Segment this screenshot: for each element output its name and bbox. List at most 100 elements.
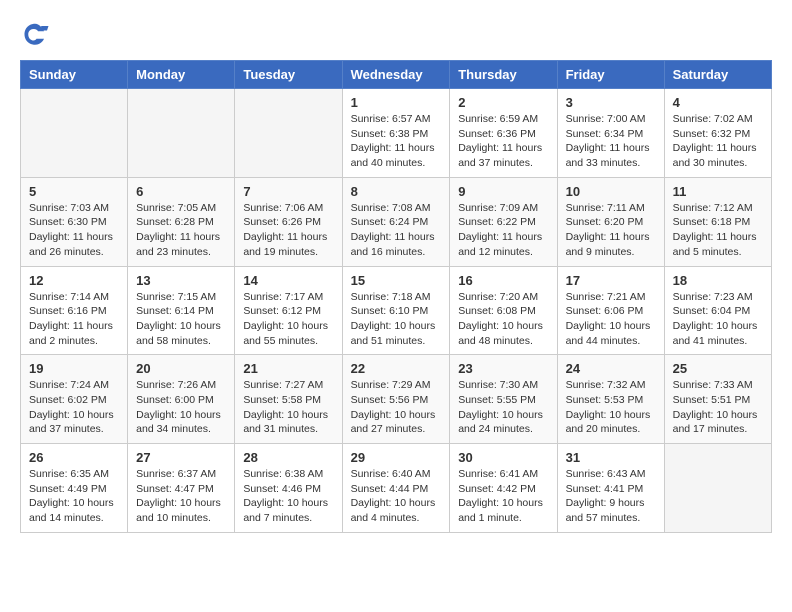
day-info: Sunrise: 7:03 AMSunset: 6:30 PMDaylight:… (29, 201, 119, 260)
calendar-cell: 23 Sunrise: 7:30 AMSunset: 5:55 PMDayligh… (450, 355, 557, 444)
day-number: 6 (136, 184, 226, 199)
calendar-cell: 18Sunrise: 7:23 AMSunset: 6:04 PMDayligh… (664, 266, 771, 355)
day-number: 8 (351, 184, 442, 199)
day-number: 7 (243, 184, 333, 199)
day-number: 27 (136, 450, 226, 465)
day-info: Sunrise: 7:00 AMSunset: 6:34 PMDaylight:… (566, 112, 656, 171)
day-info: Sunrise: 7:06 AMSunset: 6:26 PMDaylight:… (243, 201, 333, 260)
calendar-week-row: 26 Sunrise: 6:35 AMSunset: 4:49 PMDayligh… (21, 444, 772, 533)
day-info: Sunrise: 7:15 AMSunset: 6:14 PMDaylight:… (136, 290, 226, 349)
day-info: Sunrise: 6:59 AMSunset: 6:36 PMDaylight:… (458, 112, 548, 171)
weekday-header: Monday (128, 61, 235, 89)
calendar-cell: 28 Sunrise: 6:38 AMSunset: 4:46 PMDayligh… (235, 444, 342, 533)
logo-icon (20, 20, 50, 50)
day-info: Sunrise: 7:26 AMSunset: 6:00 PMDaylight:… (136, 378, 226, 437)
day-number: 21 (243, 361, 333, 376)
day-info: Sunrise: 7:18 AMSunset: 6:10 PMDaylight:… (351, 290, 442, 349)
calendar-week-row: 5 Sunrise: 7:03 AMSunset: 6:30 PMDaylight… (21, 177, 772, 266)
day-info: Sunrise: 6:38 AMSunset: 4:46 PMDaylight:… (243, 467, 333, 526)
day-info: Sunrise: 7:20 AMSunset: 6:08 PMDaylight:… (458, 290, 548, 349)
calendar-cell: 1 Sunrise: 6:57 AMSunset: 6:38 PMDaylight… (342, 89, 450, 178)
calendar-cell: 22 Sunrise: 7:29 AMSunset: 5:56 PMDayligh… (342, 355, 450, 444)
calendar-week-row: 1 Sunrise: 6:57 AMSunset: 6:38 PMDaylight… (21, 89, 772, 178)
day-info: Sunrise: 7:11 AMSunset: 6:20 PMDaylight:… (566, 201, 656, 260)
day-info: Sunrise: 7:05 AMSunset: 6:28 PMDaylight:… (136, 201, 226, 260)
day-number: 5 (29, 184, 119, 199)
day-info: Sunrise: 7:30 AMSunset: 5:55 PMDaylight:… (458, 378, 548, 437)
calendar-cell: 24Sunrise: 7:32 AMSunset: 5:53 PMDayligh… (557, 355, 664, 444)
calendar-cell: 30Sunrise: 6:41 AMSunset: 4:42 PMDayligh… (450, 444, 557, 533)
calendar-cell: 19Sunrise: 7:24 AMSunset: 6:02 PMDayligh… (21, 355, 128, 444)
logo (20, 20, 54, 50)
day-info: Sunrise: 7:09 AMSunset: 6:22 PMDaylight:… (458, 201, 548, 260)
calendar-cell: 16 Sunrise: 7:20 AMSunset: 6:08 PMDayligh… (450, 266, 557, 355)
day-info: Sunrise: 6:43 AMSunset: 4:41 PMDaylight:… (566, 467, 656, 526)
calendar-cell: 12 Sunrise: 7:14 AMSunset: 6:16 PMDayligh… (21, 266, 128, 355)
day-number: 16 (458, 273, 548, 288)
day-number: 23 (458, 361, 548, 376)
day-info: Sunrise: 6:40 AMSunset: 4:44 PMDaylight:… (351, 467, 442, 526)
calendar-cell: 14 Sunrise: 7:17 AMSunset: 6:12 PMDayligh… (235, 266, 342, 355)
calendar-cell (128, 89, 235, 178)
day-number: 24 (566, 361, 656, 376)
day-number: 31 (566, 450, 656, 465)
calendar-cell: 15 Sunrise: 7:18 AMSunset: 6:10 PMDayligh… (342, 266, 450, 355)
day-number: 12 (29, 273, 119, 288)
day-number: 3 (566, 95, 656, 110)
calendar-cell (21, 89, 128, 178)
day-number: 4 (673, 95, 763, 110)
weekday-header: Friday (557, 61, 664, 89)
day-number: 9 (458, 184, 548, 199)
calendar-cell: 2 Sunrise: 6:59 AMSunset: 6:36 PMDaylight… (450, 89, 557, 178)
day-number: 18 (673, 273, 763, 288)
day-info: Sunrise: 7:21 AMSunset: 6:06 PMDaylight:… (566, 290, 656, 349)
calendar-table: SundayMondayTuesdayWednesdayThursdayFrid… (20, 60, 772, 533)
calendar-cell: 29Sunrise: 6:40 AMSunset: 4:44 PMDayligh… (342, 444, 450, 533)
calendar-cell (664, 444, 771, 533)
calendar-cell: 5 Sunrise: 7:03 AMSunset: 6:30 PMDaylight… (21, 177, 128, 266)
calendar-cell (235, 89, 342, 178)
calendar-cell: 3 Sunrise: 7:00 AMSunset: 6:34 PMDaylight… (557, 89, 664, 178)
calendar-cell: 13 Sunrise: 7:15 AMSunset: 6:14 PMDayligh… (128, 266, 235, 355)
calendar-cell: 11 Sunrise: 7:12 AMSunset: 6:18 PMDayligh… (664, 177, 771, 266)
day-info: Sunrise: 6:35 AMSunset: 4:49 PMDaylight:… (29, 467, 119, 526)
day-info: Sunrise: 7:14 AMSunset: 6:16 PMDaylight:… (29, 290, 119, 349)
calendar-cell: 25 Sunrise: 7:33 AMSunset: 5:51 PMDayligh… (664, 355, 771, 444)
calendar-cell: 17Sunrise: 7:21 AMSunset: 6:06 PMDayligh… (557, 266, 664, 355)
day-info: Sunrise: 7:02 AMSunset: 6:32 PMDaylight:… (673, 112, 763, 171)
day-number: 28 (243, 450, 333, 465)
day-number: 14 (243, 273, 333, 288)
day-info: Sunrise: 7:29 AMSunset: 5:56 PMDaylight:… (351, 378, 442, 437)
day-number: 25 (673, 361, 763, 376)
calendar-cell: 21 Sunrise: 7:27 AMSunset: 5:58 PMDayligh… (235, 355, 342, 444)
calendar-cell: 20 Sunrise: 7:26 AMSunset: 6:00 PMDayligh… (128, 355, 235, 444)
weekday-header: Saturday (664, 61, 771, 89)
day-info: Sunrise: 7:08 AMSunset: 6:24 PMDaylight:… (351, 201, 442, 260)
day-info: Sunrise: 6:57 AMSunset: 6:38 PMDaylight:… (351, 112, 442, 171)
day-number: 10 (566, 184, 656, 199)
day-info: Sunrise: 7:33 AMSunset: 5:51 PMDaylight:… (673, 378, 763, 437)
day-number: 22 (351, 361, 442, 376)
weekday-header: Sunday (21, 61, 128, 89)
day-number: 15 (351, 273, 442, 288)
day-number: 11 (673, 184, 763, 199)
day-info: Sunrise: 7:27 AMSunset: 5:58 PMDaylight:… (243, 378, 333, 437)
weekday-header: Tuesday (235, 61, 342, 89)
day-number: 20 (136, 361, 226, 376)
day-info: Sunrise: 6:41 AMSunset: 4:42 PMDaylight:… (458, 467, 548, 526)
day-info: Sunrise: 7:12 AMSunset: 6:18 PMDaylight:… (673, 201, 763, 260)
day-number: 2 (458, 95, 548, 110)
day-info: Sunrise: 7:17 AMSunset: 6:12 PMDaylight:… (243, 290, 333, 349)
day-number: 26 (29, 450, 119, 465)
day-number: 19 (29, 361, 119, 376)
calendar-week-row: 19Sunrise: 7:24 AMSunset: 6:02 PMDayligh… (21, 355, 772, 444)
day-number: 13 (136, 273, 226, 288)
calendar-cell: 4 Sunrise: 7:02 AMSunset: 6:32 PMDaylight… (664, 89, 771, 178)
page-header (20, 20, 772, 50)
calendar-cell: 31 Sunrise: 6:43 AMSunset: 4:41 PMDayligh… (557, 444, 664, 533)
calendar-cell: 10 Sunrise: 7:11 AMSunset: 6:20 PMDayligh… (557, 177, 664, 266)
day-number: 1 (351, 95, 442, 110)
calendar-header-row: SundayMondayTuesdayWednesdayThursdayFrid… (21, 61, 772, 89)
calendar-cell: 7 Sunrise: 7:06 AMSunset: 6:26 PMDaylight… (235, 177, 342, 266)
calendar-week-row: 12 Sunrise: 7:14 AMSunset: 6:16 PMDayligh… (21, 266, 772, 355)
